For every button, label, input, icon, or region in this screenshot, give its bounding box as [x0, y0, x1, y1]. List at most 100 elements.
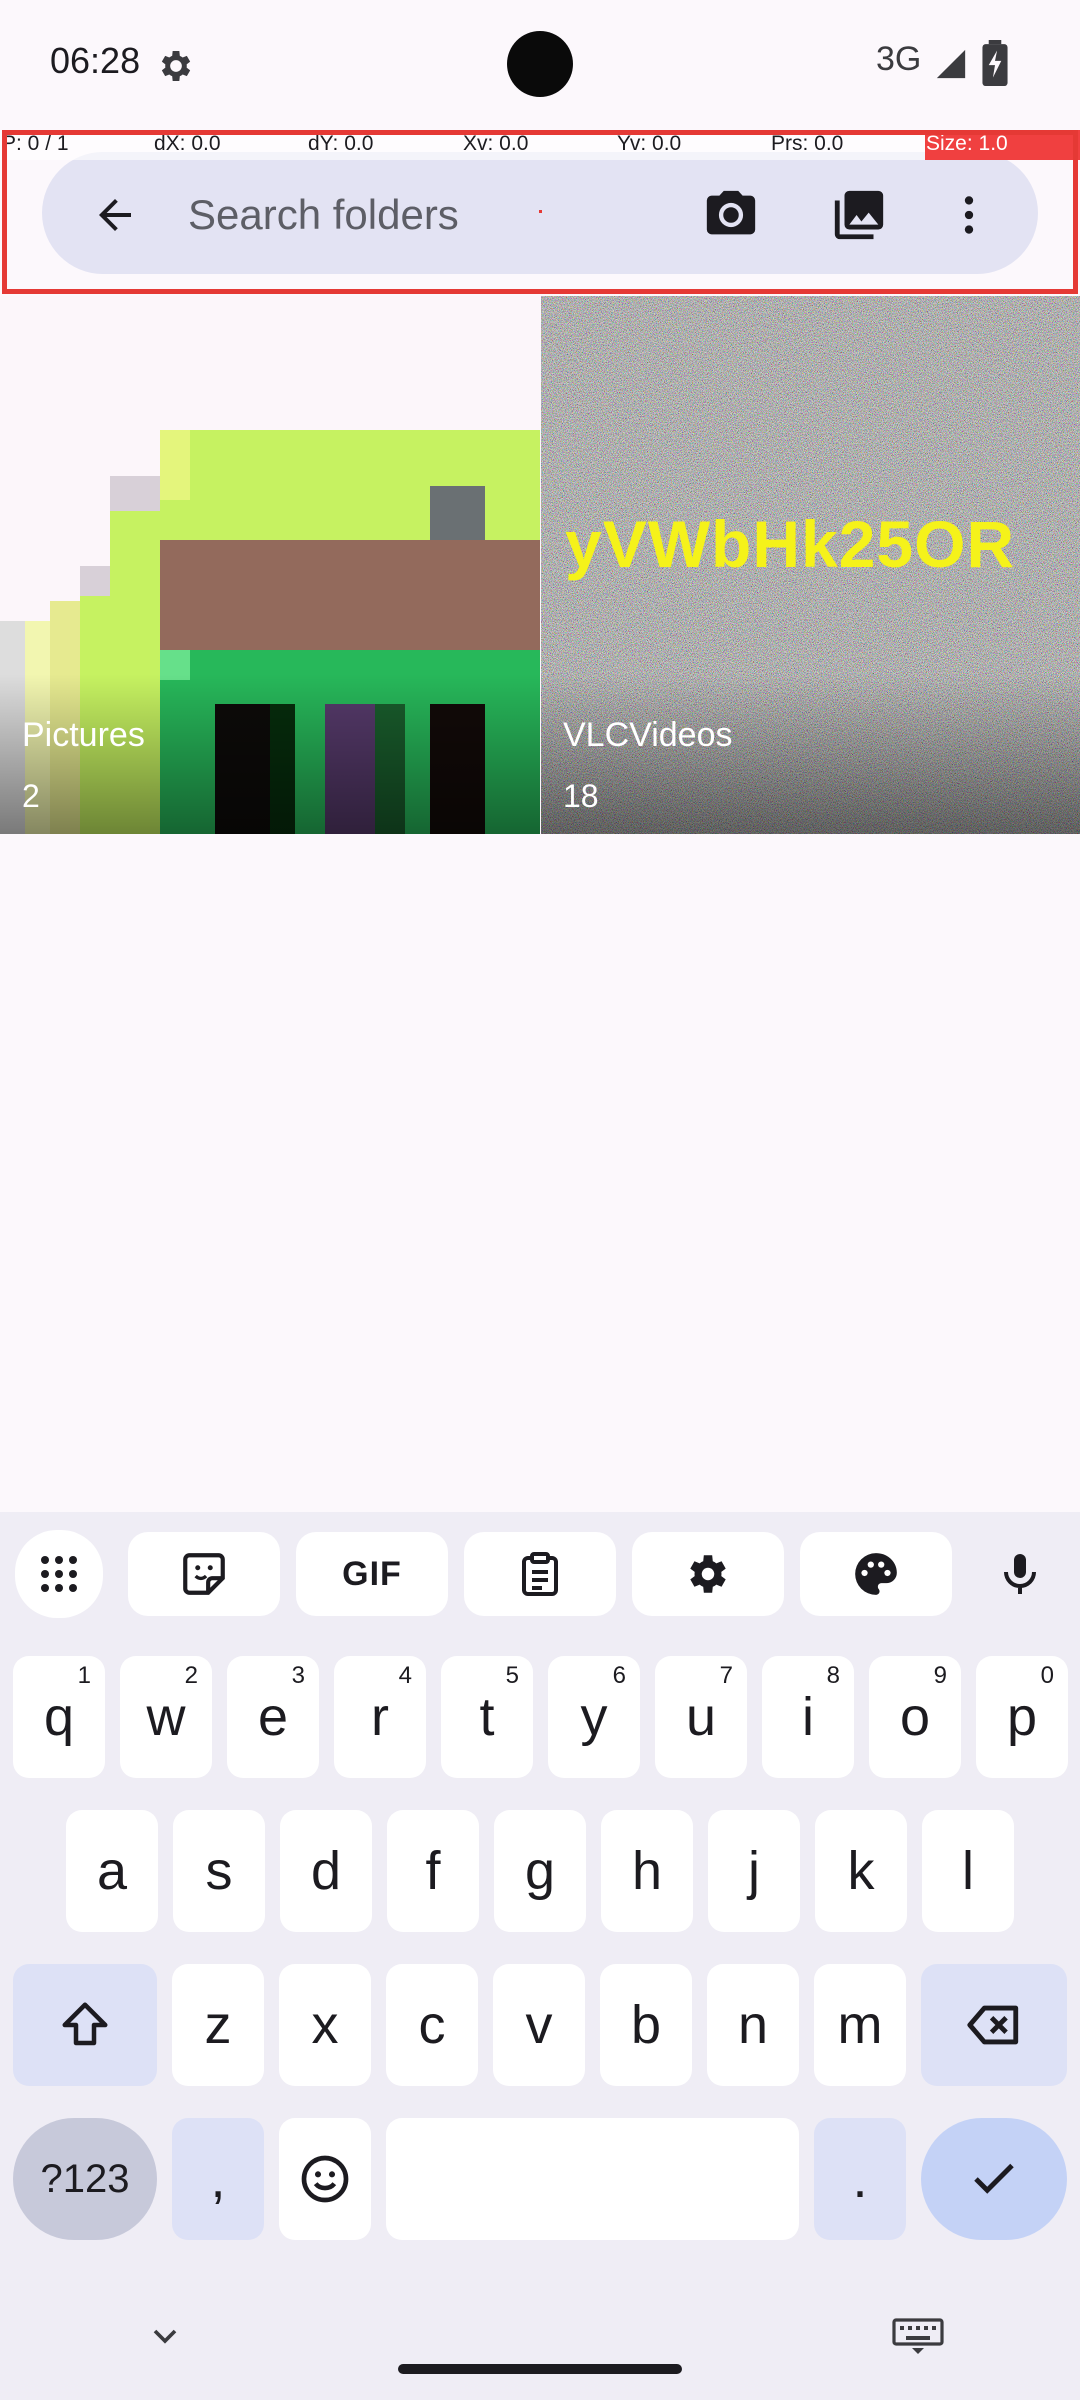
key-number-hint: 4 [398, 1662, 412, 1689]
status-time: 06:28 [50, 40, 141, 81]
checkmark-icon [974, 2163, 1014, 2194]
back-arrow-icon [99, 199, 131, 231]
key-number-hint: 6 [612, 1662, 626, 1689]
gesture-nav-bar[interactable] [398, 2364, 682, 2374]
emoji-key[interactable] [279, 2118, 371, 2240]
backspace-icon [967, 2005, 1019, 2045]
folder-tile-pictures[interactable]: Pictures 2 [0, 296, 540, 834]
key-w[interactable]: w2 [120, 1656, 212, 1778]
more-options-button[interactable] [924, 170, 1014, 260]
gif-label: GIF [342, 1554, 402, 1593]
key-i[interactable]: i8 [762, 1656, 854, 1778]
key-a[interactable]: a [66, 1810, 158, 1932]
camera-button[interactable] [686, 170, 776, 260]
key-number-hint: 3 [291, 1662, 305, 1689]
space-key[interactable] [386, 2118, 799, 2240]
pointer-size: Size: 1.0 [926, 132, 1008, 155]
key-b[interactable]: b [600, 1964, 692, 2086]
key-label: r [371, 1687, 389, 1747]
gallery-button[interactable] [814, 170, 904, 260]
pointer-location-overlay: P: 0 / 1 dX: 0.0 dY: 0.0 Xv: 0.0 Yv: 0.0… [0, 130, 1080, 160]
key-j[interactable]: j [708, 1810, 800, 1932]
search-input[interactable] [188, 180, 668, 250]
key-c[interactable]: c [386, 1964, 478, 2086]
battery-icon [982, 40, 1008, 86]
folder-tile-vlcvideos[interactable]: yVWbHk25OR VLCVideos 18 [541, 296, 1080, 834]
key-label: u [685, 1687, 717, 1747]
emoji-icon [301, 2155, 349, 2203]
key-p[interactable]: p0 [976, 1656, 1068, 1778]
key-f[interactable]: f [387, 1810, 479, 1932]
key-number-hint: 7 [719, 1662, 733, 1689]
folder-count: 18 [563, 778, 599, 814]
key-y[interactable]: y6 [548, 1656, 640, 1778]
signal-icon [936, 49, 966, 79]
key-number-hint: 9 [933, 1662, 947, 1689]
key-h[interactable]: h [601, 1810, 693, 1932]
folder-count: 2 [22, 778, 40, 814]
key-s[interactable]: s [173, 1810, 265, 1932]
key-label: e [257, 1687, 289, 1747]
clipboard-icon [522, 1552, 558, 1596]
symbols-key[interactable]: ?123 [13, 2118, 157, 2240]
key-m[interactable]: m [814, 1964, 906, 2086]
shift-key[interactable] [13, 1964, 157, 2086]
pointer-dy: dY: 0.0 [308, 132, 374, 155]
key-q[interactable]: q1 [13, 1656, 105, 1778]
key-label: i [802, 1687, 814, 1747]
key-d[interactable]: d [280, 1810, 372, 1932]
key-x[interactable]: x [279, 1964, 371, 2086]
palette-icon [855, 1553, 897, 1595]
key-number-hint: 0 [1040, 1662, 1054, 1689]
theme-button[interactable] [800, 1532, 952, 1616]
key-number-hint: 2 [184, 1662, 198, 1689]
pointer-xv: Xv: 0.0 [463, 132, 529, 155]
keyboard-settings-button[interactable] [632, 1532, 784, 1616]
touch-point-marker [539, 210, 542, 213]
mic-icon [1004, 1554, 1036, 1594]
key-g[interactable]: g [494, 1810, 586, 1932]
settings-icon [690, 1555, 726, 1593]
key-label: q [43, 1687, 75, 1747]
key-label: y [580, 1687, 608, 1747]
key-label: w [146, 1687, 186, 1747]
key-z[interactable]: z [172, 1964, 264, 2086]
keyboard-switch-icon[interactable] [892, 2318, 944, 2354]
gif-button[interactable]: GIF [296, 1532, 448, 1616]
key-number-hint: 8 [826, 1662, 840, 1689]
key-label: p [1006, 1687, 1038, 1747]
key-label: t [479, 1687, 495, 1747]
backspace-key[interactable] [921, 1964, 1067, 2086]
thumbnail-text: yVWbHk25OR [565, 507, 1016, 581]
back-button[interactable] [70, 170, 160, 260]
pointer-count: P: 0 / 1 [2, 132, 69, 155]
key-k[interactable]: k [815, 1810, 907, 1932]
shift-icon [62, 2002, 108, 2046]
apps-grid-icon [41, 1556, 77, 1592]
settings-gear-icon [161, 51, 191, 81]
hide-keyboard-chevron-icon[interactable] [140, 2316, 190, 2356]
key-number-hint: 1 [77, 1662, 91, 1689]
sticker-button[interactable] [128, 1532, 280, 1616]
period-key[interactable]: . [814, 2118, 906, 2240]
folder-name: Pictures [22, 716, 145, 754]
key-o[interactable]: o9 [869, 1656, 961, 1778]
key-v[interactable]: v [493, 1964, 585, 2086]
key-n[interactable]: n [707, 1964, 799, 2086]
pointer-dx: dX: 0.0 [154, 132, 221, 155]
apps-grid-button[interactable] [15, 1530, 103, 1618]
network-type: 3G [876, 40, 922, 78]
clipboard-button[interactable] [464, 1532, 616, 1616]
status-bar: 06:28 3G [0, 0, 1080, 128]
gallery-icon [834, 190, 884, 240]
voice-input-button[interactable] [976, 1532, 1064, 1616]
key-t[interactable]: t5 [441, 1656, 533, 1778]
comma-key[interactable]: , [172, 2118, 264, 2240]
sticker-icon [183, 1553, 225, 1595]
enter-key[interactable] [921, 2118, 1067, 2240]
key-u[interactable]: u7 [655, 1656, 747, 1778]
key-e[interactable]: e3 [227, 1656, 319, 1778]
key-r[interactable]: r4 [334, 1656, 426, 1778]
pointer-yv: Yv: 0.0 [617, 132, 682, 155]
key-l[interactable]: l [922, 1810, 1014, 1932]
